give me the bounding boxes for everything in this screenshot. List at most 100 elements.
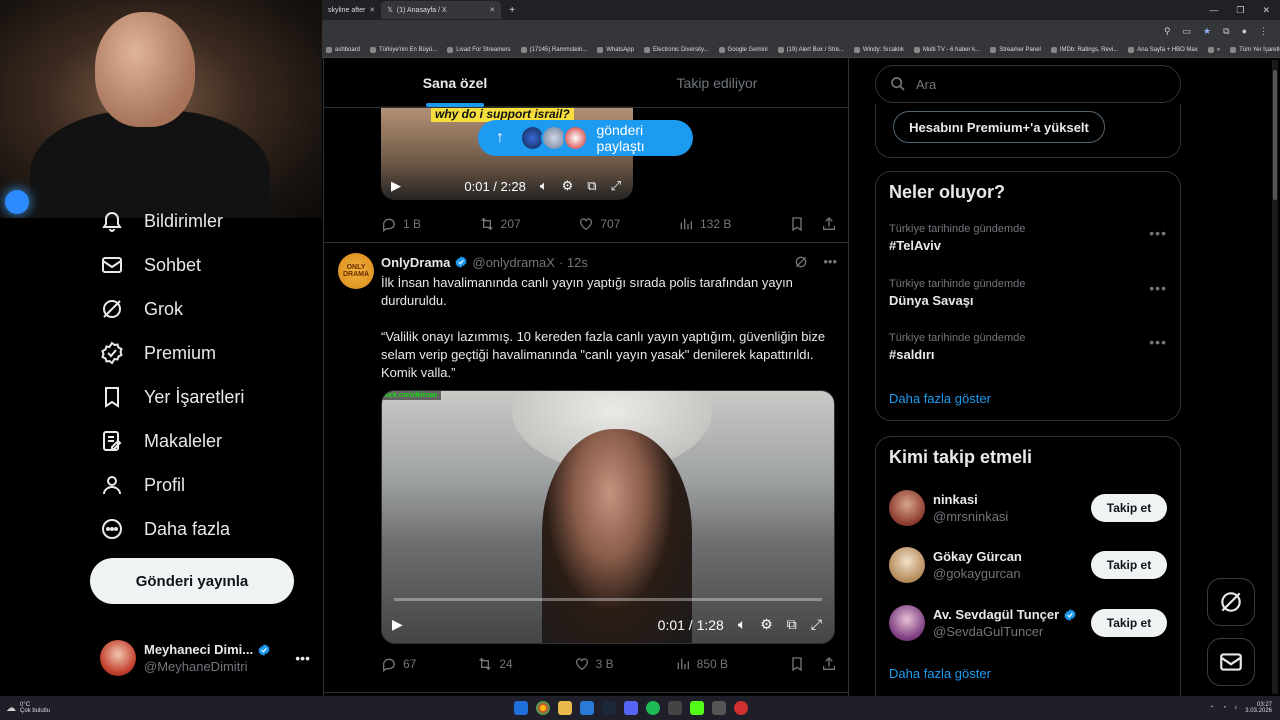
page-scrollbar[interactable] bbox=[1272, 60, 1278, 694]
discord-icon[interactable] bbox=[624, 701, 639, 715]
avatar[interactable]: ONLY DRAMA bbox=[338, 253, 374, 289]
bookmark-item[interactable]: Livad For Streamers bbox=[447, 46, 511, 53]
views-button[interactable]: 850 B bbox=[675, 656, 728, 672]
like-button[interactable]: 707 bbox=[578, 216, 620, 232]
follow-suggestion[interactable]: Gökay Gürcan @gokaygurcan Takip et bbox=[889, 547, 1167, 583]
new-tab-icon[interactable]: + bbox=[501, 5, 523, 16]
premium-upgrade-button[interactable]: Hesabını Premium+'a yükselt bbox=[893, 111, 1105, 143]
close-window-icon[interactable]: ✕ bbox=[1262, 5, 1270, 16]
settings-icon[interactable]: ⚙ bbox=[562, 178, 574, 194]
minimize-icon[interactable]: — bbox=[1209, 5, 1218, 16]
reply-button[interactable]: 67 bbox=[381, 656, 416, 672]
follow-button[interactable]: Takip et bbox=[1091, 609, 1167, 637]
chrome-icon[interactable] bbox=[536, 701, 551, 715]
trend-more-icon[interactable]: ••• bbox=[1149, 334, 1167, 350]
extensions-icon[interactable]: ⧉ bbox=[1223, 26, 1229, 37]
new-posts-pill[interactable]: ↑ gönderi paylaştı bbox=[478, 120, 693, 156]
nav-profile[interactable]: Profil bbox=[100, 470, 185, 500]
like-button[interactable]: 3 B bbox=[574, 656, 614, 672]
volume-icon[interactable]: ♪ bbox=[1234, 705, 1237, 711]
bookmark-item[interactable]: Türkiye'nin En Büyü... bbox=[370, 46, 437, 53]
who-to-follow-show-more[interactable]: Daha fazla göster bbox=[889, 666, 991, 681]
reply-button[interactable]: 1 B bbox=[381, 216, 421, 232]
share-icon[interactable] bbox=[821, 216, 837, 232]
grok-fab[interactable] bbox=[1207, 578, 1255, 626]
weather-widget[interactable]: ☁ 0°C Çok bulutlu bbox=[0, 702, 50, 714]
star-icon[interactable]: ★ bbox=[1203, 26, 1211, 37]
trend-item[interactable]: Türkiye tarihinde gündemde #saldırı ••• bbox=[889, 332, 1167, 362]
trend-item[interactable]: Türkiye tarihinde gündemde Dünya Savaşı … bbox=[889, 278, 1167, 308]
bookmark-item[interactable]: Ana Sayfa + HBO Max bbox=[1128, 46, 1198, 53]
trend-more-icon[interactable]: ••• bbox=[1149, 225, 1167, 241]
dock-icon[interactable]: ⧉ bbox=[587, 178, 596, 194]
repost-button[interactable]: 24 bbox=[477, 656, 513, 672]
post-more-icon[interactable]: ••• bbox=[823, 254, 837, 270]
nav-premium[interactable]: Premium bbox=[100, 338, 216, 368]
video-progress[interactable] bbox=[394, 598, 822, 601]
nav-more[interactable]: Daha fazla bbox=[100, 514, 230, 544]
repost-button[interactable]: 207 bbox=[479, 216, 521, 232]
trend-more-icon[interactable]: ••• bbox=[1149, 280, 1167, 296]
bookmark-item[interactable]: Tüm Yer İşaretleri bbox=[1230, 46, 1280, 53]
bookmark-item[interactable]: Streamer Panel bbox=[990, 46, 1041, 53]
bookmark-item[interactable]: WhatsApp bbox=[597, 46, 634, 53]
wifi-icon[interactable]: ◔ bbox=[1223, 705, 1227, 711]
cast-icon[interactable]: ▭ bbox=[1183, 26, 1192, 37]
post-author-handle[interactable]: @onlydramaX bbox=[472, 255, 555, 270]
app-icon[interactable] bbox=[712, 701, 727, 715]
bookmark-item[interactable]: ashboard bbox=[326, 46, 360, 53]
nav-chat[interactable]: Sohbet bbox=[100, 250, 201, 280]
maximize-icon[interactable]: ❐ bbox=[1236, 5, 1244, 16]
bookmark-item[interactable]: Google Gemini bbox=[718, 46, 768, 53]
share-icon[interactable] bbox=[821, 656, 837, 672]
play-icon[interactable]: ▶ bbox=[391, 178, 401, 194]
app-icon[interactable] bbox=[580, 701, 595, 715]
volume-icon[interactable]: 🔈︎ bbox=[540, 178, 548, 194]
bookmark-item[interactable]: (19) Alert Box / Stre... bbox=[777, 46, 844, 53]
post-button[interactable]: Gönderi yayınla bbox=[90, 558, 294, 604]
bookmark-item[interactable]: (17145) Rammstein... bbox=[520, 46, 587, 53]
dock-icon[interactable]: ⧉ bbox=[787, 616, 797, 633]
fullscreen-icon[interactable]: ⤢ bbox=[611, 178, 621, 194]
account-switcher[interactable]: Meyhaneci Dimi... @MeyhaneDimitri ••• bbox=[100, 636, 310, 680]
close-tab-icon[interactable]: ✕ bbox=[369, 6, 375, 14]
bookmark-item[interactable]: Electronic Diversity... bbox=[643, 46, 709, 53]
bookmark-icon[interactable] bbox=[789, 216, 805, 232]
follow-suggestion[interactable]: ninkasi @mrsninkasi Takip et bbox=[889, 490, 1167, 526]
account-more-icon[interactable]: ••• bbox=[295, 650, 310, 666]
nav-grok[interactable]: Grok bbox=[100, 294, 183, 324]
post-author-name[interactable]: OnlyDrama bbox=[381, 255, 450, 270]
play-icon[interactable]: ▶ bbox=[392, 616, 403, 633]
steam-icon[interactable] bbox=[602, 701, 617, 715]
spotify-icon[interactable] bbox=[646, 701, 661, 715]
clock[interactable]: 03:27 3.03.2026 bbox=[1245, 702, 1272, 714]
fullscreen-icon[interactable]: ⤢ bbox=[811, 616, 822, 633]
windows-start-icon[interactable] bbox=[514, 701, 529, 715]
post-video[interactable]: kick.com/ilkinsan ▶ 0:01 / 1:28 🔈︎ ⚙ ⧉ ⤢ bbox=[381, 390, 835, 644]
bookmark-item[interactable]: » bbox=[1207, 46, 1220, 53]
browser-tab-active[interactable]: 𝕏 (1) Anasayfa / X ✕ bbox=[381, 1, 502, 19]
zoom-icon[interactable]: ⚲ bbox=[1164, 26, 1171, 37]
search-input[interactable]: Ara bbox=[875, 65, 1181, 103]
bookmark-item[interactable]: Windy: Sıcaklık bbox=[853, 46, 904, 53]
app-icon[interactable] bbox=[734, 701, 749, 715]
tray-chevron-icon[interactable]: ⌃ bbox=[1210, 705, 1215, 712]
trends-show-more[interactable]: Daha fazla göster bbox=[889, 391, 991, 406]
close-tab-icon[interactable]: ✕ bbox=[489, 6, 495, 14]
follow-suggestion[interactable]: Av. Sevdagül Tunçer @SevdaGulTuncer Taki… bbox=[889, 605, 1167, 641]
nav-notifications[interactable]: Bildirimler bbox=[100, 206, 223, 236]
tab-following[interactable]: Takip ediliyor bbox=[586, 58, 848, 107]
settings-icon[interactable]: ⚙ bbox=[760, 616, 773, 633]
grok-icon[interactable] bbox=[793, 254, 809, 270]
bookmark-item[interactable]: IMDb: Ratings, Revi... bbox=[1050, 46, 1118, 53]
folder-icon[interactable] bbox=[558, 701, 573, 715]
profile-icon[interactable]: ● bbox=[1242, 26, 1247, 36]
nav-articles[interactable]: Makaleler bbox=[100, 426, 222, 456]
volume-icon[interactable]: 🔈︎ bbox=[738, 616, 746, 633]
post-time[interactable]: · 12s bbox=[559, 255, 588, 270]
kick-icon[interactable] bbox=[690, 701, 705, 715]
nav-bookmarks[interactable]: Yer İşaretleri bbox=[100, 382, 244, 412]
views-button[interactable]: 132 B bbox=[678, 216, 731, 232]
menu-icon[interactable]: ⋮ bbox=[1259, 26, 1268, 37]
follow-button[interactable]: Takip et bbox=[1091, 494, 1167, 522]
